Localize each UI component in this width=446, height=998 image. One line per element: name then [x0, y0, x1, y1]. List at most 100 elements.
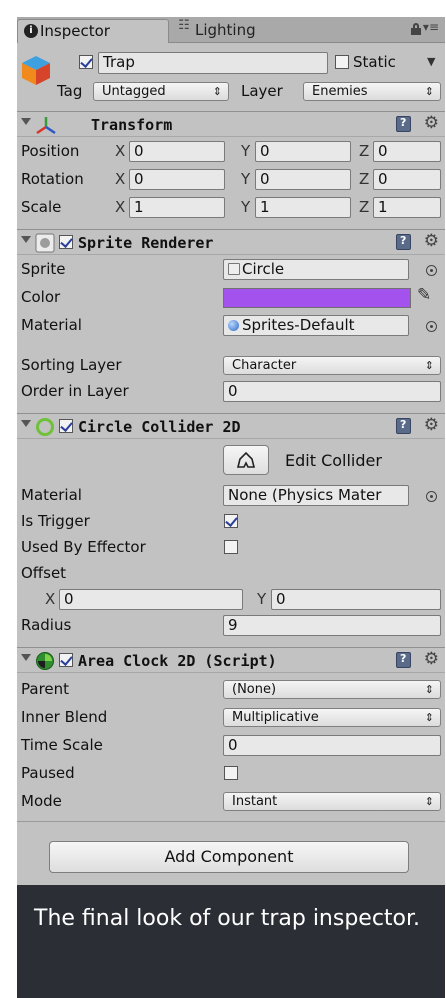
tag-label: Tag	[57, 82, 83, 100]
help-book-icon[interactable]	[396, 418, 411, 434]
collider-material-field[interactable]: None (Physics Mater	[223, 485, 409, 506]
object-picker-icon[interactable]	[426, 321, 437, 332]
area-clock-enabled-checkbox[interactable]	[59, 653, 73, 667]
sorting-layer-dropdown[interactable]: Character ⇕	[223, 356, 441, 375]
rotation-label: Rotation	[21, 170, 84, 188]
dropdown-arrow-icon: ⇕	[424, 795, 434, 808]
circle-collider-header[interactable]: Circle Collider 2D ⚙	[17, 413, 445, 439]
radius-label: Radius	[21, 616, 72, 634]
sprite-value: Circle	[242, 260, 285, 278]
gear-icon[interactable]: ⚙	[424, 415, 439, 435]
tab-lighting-label: Lighting	[195, 21, 256, 39]
radius-input[interactable]: 9	[223, 615, 441, 636]
scale-z-axis: Z	[359, 198, 370, 216]
gear-icon[interactable]: ⚙	[424, 231, 439, 251]
position-x-input[interactable]: 0	[129, 141, 225, 162]
sprite-renderer-header[interactable]: Sprite Renderer ⚙	[17, 229, 445, 255]
collider-material-label: Material	[21, 486, 82, 504]
layer-dropdown[interactable]: Enemies ⇕	[303, 82, 441, 101]
color-swatch[interactable]	[223, 288, 411, 308]
help-book-icon[interactable]	[396, 234, 411, 250]
static-label: Static	[353, 53, 396, 71]
object-picker-icon[interactable]	[426, 265, 437, 276]
eyedropper-icon[interactable]: ✎	[417, 285, 431, 305]
offset-x-input[interactable]: 0	[59, 589, 243, 610]
rotation-y-input[interactable]: 0	[255, 169, 351, 190]
lighting-icon: ☷	[178, 18, 190, 33]
help-book-icon[interactable]	[396, 652, 411, 668]
tab-lighting[interactable]: ☷ Lighting	[173, 19, 303, 43]
inspector-panel: i Inspector ☷ Lighting ▾≡ Trap Static ▼ …	[17, 17, 445, 885]
dropdown-arrow-icon: ⇕	[424, 683, 434, 696]
info-icon: i	[24, 24, 38, 38]
object-picker-icon[interactable]	[426, 491, 437, 502]
time-scale-input[interactable]: 0	[223, 735, 441, 756]
sprite-renderer-title: Sprite Renderer	[78, 234, 214, 252]
sprite-renderer-enabled-checkbox[interactable]	[59, 235, 73, 249]
rotation-z-input[interactable]: 0	[373, 169, 441, 190]
scale-label: Scale	[21, 198, 62, 216]
add-component-button[interactable]: Add Component	[49, 841, 409, 873]
tab-menu-icon[interactable]: ▾≡	[423, 20, 439, 34]
layer-value: Enemies	[312, 84, 368, 99]
tab-inspector[interactable]: i Inspector	[17, 19, 169, 43]
foldout-arrow-icon[interactable]	[21, 654, 31, 661]
circle-collider-icon	[36, 418, 54, 436]
is-trigger-label: Is Trigger	[21, 512, 90, 530]
transform-title: Transform	[91, 116, 173, 134]
foldout-arrow-icon[interactable]	[21, 118, 31, 125]
offset-x-axis: X	[45, 590, 56, 608]
rotation-x-input[interactable]: 0	[129, 169, 225, 190]
paused-checkbox[interactable]	[224, 766, 238, 780]
gameobject-active-checkbox[interactable]	[79, 55, 93, 69]
tag-dropdown[interactable]: Untagged ⇕	[93, 82, 229, 101]
area-clock-script-icon	[36, 652, 54, 670]
edit-collider-label: Edit Collider	[285, 451, 382, 470]
parent-label: Parent	[21, 680, 70, 698]
material-sphere-icon	[228, 320, 239, 331]
scale-x-input[interactable]: 1	[129, 197, 225, 218]
transform-header[interactable]: Transform ⚙	[17, 111, 445, 137]
sorting-layer-value: Character	[232, 358, 297, 373]
dropdown-arrow-icon: ⇕	[424, 711, 434, 724]
material-label: Material	[21, 316, 82, 334]
sorting-layer-label: Sorting Layer	[21, 356, 122, 374]
used-by-effector-checkbox[interactable]	[224, 540, 238, 554]
static-dropdown-icon[interactable]: ▼	[427, 52, 435, 72]
lock-icon[interactable]	[411, 23, 421, 35]
rotation-x-axis: X	[115, 170, 126, 188]
color-label: Color	[21, 288, 61, 306]
material-field[interactable]: Sprites-Default	[223, 315, 409, 336]
position-z-input[interactable]: 0	[373, 141, 441, 162]
order-in-layer-input[interactable]: 0	[223, 381, 441, 402]
position-y-input[interactable]: 0	[255, 141, 351, 162]
circle-collider-enabled-checkbox[interactable]	[59, 419, 73, 433]
gear-icon[interactable]: ⚙	[424, 649, 439, 669]
sprite-field[interactable]: Circle	[223, 259, 409, 280]
sprite-label: Sprite	[21, 260, 66, 278]
position-x-axis: X	[115, 142, 126, 160]
tab-bar: i Inspector ☷ Lighting ▾≡	[17, 17, 445, 43]
position-label: Position	[21, 142, 80, 160]
offset-y-input[interactable]: 0	[271, 589, 441, 610]
foldout-arrow-icon[interactable]	[21, 236, 31, 243]
edit-collider-button[interactable]	[223, 445, 269, 475]
gameobject-name-input[interactable]: Trap	[98, 52, 328, 74]
help-book-icon[interactable]	[396, 116, 411, 132]
is-trigger-checkbox[interactable]	[224, 514, 238, 528]
material-value: Sprites-Default	[242, 316, 355, 334]
area-clock-header[interactable]: Area Clock 2D (Script) ⚙	[17, 647, 445, 673]
mode-dropdown[interactable]: Instant ⇕	[223, 792, 441, 811]
scale-y-input[interactable]: 1	[255, 197, 351, 218]
gear-icon[interactable]: ⚙	[424, 113, 439, 133]
caption: The final look of our trap inspector.	[17, 885, 445, 998]
tag-value: Untagged	[102, 84, 166, 99]
scale-z-input[interactable]: 1	[373, 197, 441, 218]
static-checkbox[interactable]	[335, 55, 349, 69]
area-clock-title: Area Clock 2D (Script)	[78, 652, 277, 670]
transform-axis-icon	[36, 117, 56, 135]
inner-blend-dropdown[interactable]: Multiplicative ⇕	[223, 708, 441, 727]
foldout-arrow-icon[interactable]	[21, 420, 31, 427]
parent-dropdown[interactable]: (None) ⇕	[223, 680, 441, 699]
mode-value: Instant	[232, 794, 278, 809]
